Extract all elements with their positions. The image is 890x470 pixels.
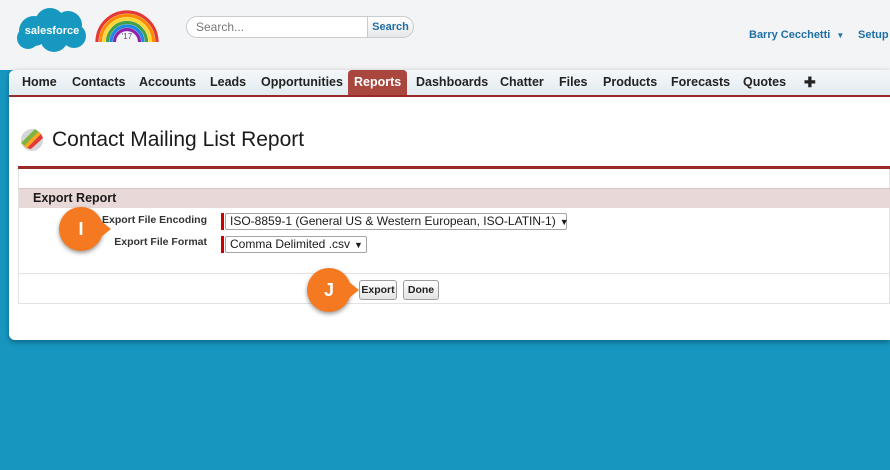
tab-leads[interactable]: Leads (210, 70, 246, 95)
required-indicator (221, 213, 224, 230)
reports-icon (21, 129, 43, 151)
add-tab-icon[interactable]: ✚ (804, 70, 816, 95)
tab-reports[interactable]: Reports (348, 70, 408, 95)
tab-quotes[interactable]: Quotes (743, 70, 786, 95)
tab-chatter[interactable]: Chatter (500, 70, 544, 95)
encoding-select[interactable]: ISO-8859-1 (General US & Western Europea… (225, 213, 569, 230)
badge-year: '17 (122, 32, 133, 41)
encoding-value: ISO-8859-1 (General US & Western Europea… (230, 214, 556, 228)
section-header: Export Report (19, 188, 890, 208)
dropdown-arrow-icon: ▼ (559, 217, 569, 227)
chevron-down-icon: ▼ (836, 31, 845, 40)
done-button[interactable]: Done (403, 280, 439, 300)
callout-marker-j: J (307, 268, 351, 312)
page-title: Contact Mailing List Report (52, 128, 305, 151)
format-select[interactable]: Comma Delimited .csv ▼ (225, 236, 367, 253)
top-header: salesforce '17 Search Barry Cecchetti ▼ S… (0, 0, 890, 70)
logo-text: salesforce (25, 25, 79, 37)
user-name: Barry Cecchetti (749, 29, 831, 41)
tab-products[interactable]: Products (603, 70, 657, 95)
tab-contacts[interactable]: Contacts (72, 70, 125, 95)
callout-pointer (349, 282, 359, 298)
format-value: Comma Delimited .csv (230, 237, 351, 251)
divider (19, 273, 890, 274)
callout-marker-i: I (59, 207, 103, 251)
tab-bar: Home Contacts Accounts Leads Opportuniti… (9, 70, 890, 97)
dropdown-arrow-icon: ▼ (354, 240, 363, 250)
export-form: Export Report Export File Encoding ISO-8… (18, 169, 890, 304)
tab-files[interactable]: Files (559, 70, 588, 95)
tab-accounts[interactable]: Accounts (139, 70, 196, 95)
tab-forecasts[interactable]: Forecasts (671, 70, 730, 95)
tab-opportunities[interactable]: Opportunities (261, 70, 343, 95)
export-button[interactable]: Export (359, 280, 397, 300)
tab-home[interactable]: Home (22, 70, 57, 95)
user-menu[interactable]: Barry Cecchetti ▼ (749, 29, 844, 41)
global-search: Search (186, 16, 414, 38)
search-input[interactable] (186, 16, 368, 38)
callout-pointer (101, 221, 111, 237)
salesforce-logo[interactable]: salesforce (14, 5, 90, 53)
rainbow-badge-icon: '17 (95, 10, 159, 42)
search-button[interactable]: Search (367, 16, 414, 38)
main-panel: Home Contacts Accounts Leads Opportuniti… (9, 70, 890, 340)
tab-dashboards[interactable]: Dashboards (416, 70, 488, 95)
required-indicator (221, 236, 224, 253)
setup-link[interactable]: Setup (858, 29, 889, 41)
